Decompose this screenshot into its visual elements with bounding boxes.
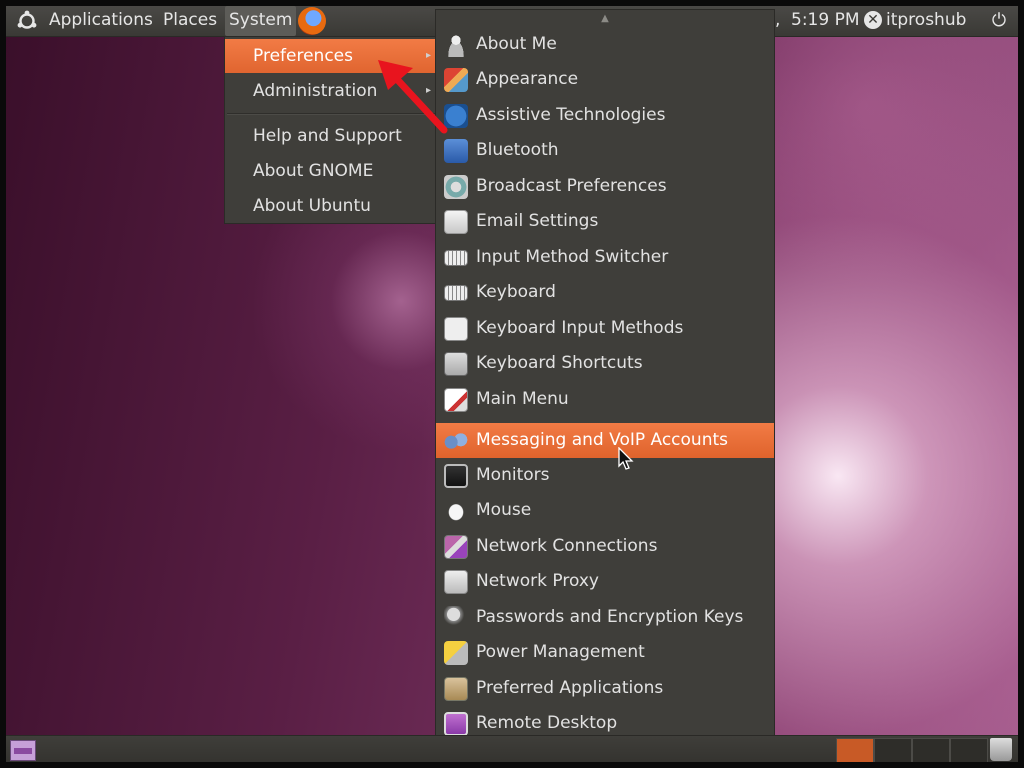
applications-menu[interactable]: Applications <box>49 6 153 36</box>
keyboard-icon <box>444 285 468 301</box>
menu-item-label: Administration <box>253 81 378 101</box>
menu-item-label: Power Management <box>476 642 645 662</box>
shortcuts-icon <box>444 352 468 376</box>
username: itproshub <box>886 10 967 30</box>
trash-icon[interactable] <box>990 738 1012 761</box>
menu-item-about-gnome[interactable]: About GNOME <box>225 154 437 188</box>
menu-item-administration[interactable]: Administration ▸ <box>225 74 437 108</box>
menu-item-about-ubuntu[interactable]: About Ubuntu <box>225 189 437 223</box>
proxy-icon <box>444 570 468 594</box>
workspace-2[interactable] <box>874 738 912 762</box>
system-menu-dropdown: Preferences ▸ Administration ▸ Help and … <box>224 36 438 224</box>
mouse-icon <box>444 499 468 523</box>
menu-item-label: Keyboard <box>476 282 556 302</box>
menu-item-label: Help and Support <box>253 126 402 146</box>
menu-item-label: About Ubuntu <box>253 196 371 216</box>
menu-item-label: Mouse <box>476 500 532 520</box>
bottom-panel <box>6 735 1018 762</box>
bluetooth-icon <box>444 139 468 163</box>
desktop: Applications Places System , 5:19 PM ✕ it… <box>6 6 1018 762</box>
menu-item-bluetooth[interactable]: Bluetooth <box>436 133 774 168</box>
workspace-3[interactable] <box>912 738 950 762</box>
menu-item-label: Keyboard Shortcuts <box>476 353 643 373</box>
user-switcher[interactable]: ✕ itproshub <box>864 6 966 36</box>
clock[interactable]: 5:19 PM <box>791 6 860 36</box>
email-icon <box>444 210 468 234</box>
menu-item-label: About GNOME <box>253 161 374 181</box>
keys-icon <box>444 606 468 630</box>
network-icon <box>444 535 468 559</box>
scroll-up-arrow-icon[interactable]: ▲ <box>436 12 774 26</box>
menu-item-network-connections[interactable]: Network Connections <box>436 529 774 564</box>
mouse-cursor-icon <box>618 447 634 470</box>
menu-item-monitors[interactable]: Monitors <box>436 458 774 493</box>
menu-item-passwords-and-encryption-keys[interactable]: Passwords and Encryption Keys <box>436 600 774 635</box>
menu-item-label: Monitors <box>476 465 550 485</box>
ubuntu-logo-icon[interactable] <box>16 10 38 32</box>
main-menu-icon <box>444 388 468 412</box>
menu-item-label: Broadcast Preferences <box>476 176 667 196</box>
remote-desktop-icon <box>444 712 468 736</box>
workspace-1[interactable] <box>836 738 874 762</box>
messaging-icon <box>444 429 468 453</box>
menu-item-label: Appearance <box>476 69 579 89</box>
power-management-icon <box>444 641 468 665</box>
show-desktop-icon[interactable] <box>10 740 36 761</box>
menu-item-appearance[interactable]: Appearance <box>436 62 774 97</box>
menu-item-messaging-and-voip-accounts[interactable]: Messaging and VoIP Accounts <box>436 423 774 458</box>
menu-item-keyboard-input-methods[interactable]: Keyboard Input Methods <box>436 311 774 346</box>
menu-item-input-method-switcher[interactable]: Input Method Switcher <box>436 240 774 275</box>
menu-item-email-settings[interactable]: Email Settings <box>436 204 774 239</box>
menu-item-mouse[interactable]: Mouse <box>436 493 774 528</box>
menu-item-label: Input Method Switcher <box>476 247 669 267</box>
menu-item-assistive-technologies[interactable]: Assistive Technologies <box>436 98 774 133</box>
menu-item-label: Preferred Applications <box>476 678 664 698</box>
preferences-submenu: ▲ About Me Appearance Assistive Technolo… <box>435 9 775 762</box>
system-menu[interactable]: System <box>225 6 297 36</box>
keyboard-icon <box>444 250 468 266</box>
menu-item-preferred-applications[interactable]: Preferred Applications <box>436 671 774 706</box>
menu-item-label: Passwords and Encryption Keys <box>476 607 744 627</box>
preferred-apps-icon <box>444 677 468 701</box>
menu-separator <box>227 113 435 115</box>
accessibility-icon <box>444 104 468 128</box>
menu-item-label: Messaging and VoIP Accounts <box>476 430 729 450</box>
menu-item-broadcast-preferences[interactable]: Broadcast Preferences <box>436 169 774 204</box>
menu-item-keyboard[interactable]: Keyboard <box>436 275 774 310</box>
appearance-icon <box>444 68 468 92</box>
menu-item-keyboard-shortcuts[interactable]: Keyboard Shortcuts <box>436 346 774 381</box>
broadcast-icon <box>444 175 468 199</box>
menu-item-label: Bluetooth <box>476 140 559 160</box>
info-icon <box>444 317 468 341</box>
menu-item-network-proxy[interactable]: Network Proxy <box>436 564 774 599</box>
menu-item-label: Assistive Technologies <box>476 105 666 125</box>
menu-item-help-and-support[interactable]: Help and Support <box>225 119 437 153</box>
menu-item-label: Email Settings <box>476 211 599 231</box>
menu-item-about-me[interactable]: About Me <box>436 27 774 62</box>
places-menu[interactable]: Places <box>163 6 217 36</box>
power-icon[interactable]: ⏻ <box>988 6 1010 36</box>
menu-item-label: Preferences <box>253 46 353 66</box>
submenu-arrow-icon: ▸ <box>425 85 431 96</box>
menu-item-label: Network Connections <box>476 536 658 556</box>
submenu-arrow-icon: ▸ <box>425 50 431 61</box>
menu-item-label: Main Menu <box>476 389 569 409</box>
user-status-icon: ✕ <box>864 11 882 29</box>
menu-item-label: About Me <box>476 34 557 54</box>
firefox-icon[interactable] <box>298 7 326 35</box>
panel-separator: , <box>775 10 781 30</box>
menu-item-label: Network Proxy <box>476 571 599 591</box>
menu-item-preferences[interactable]: Preferences ▸ <box>225 39 437 73</box>
workspace-4[interactable] <box>950 738 988 762</box>
menu-item-label: Keyboard Input Methods <box>476 318 684 338</box>
monitor-icon <box>444 464 468 488</box>
person-icon <box>444 33 468 57</box>
menu-item-main-menu[interactable]: Main Menu <box>436 382 774 417</box>
menu-item-power-management[interactable]: Power Management <box>436 635 774 670</box>
